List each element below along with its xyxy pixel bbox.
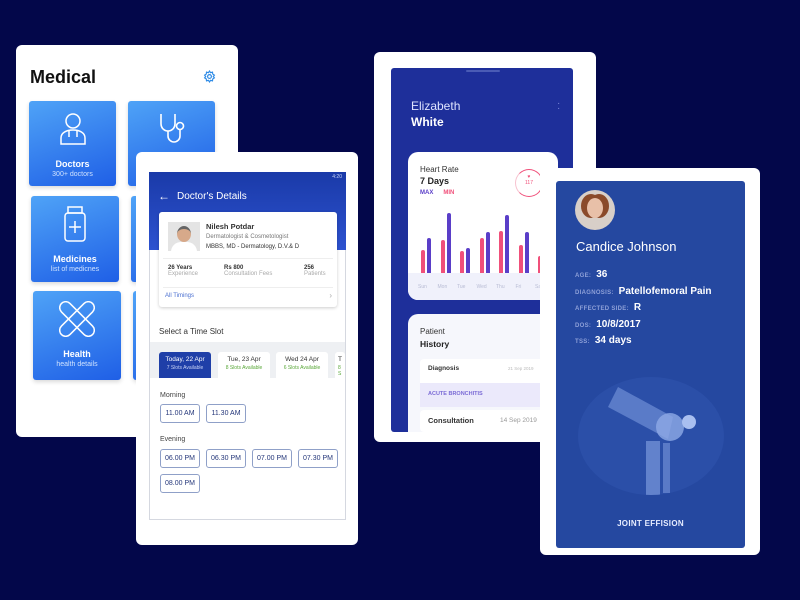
bar-min-wed (479, 238, 484, 273)
bar-max-wed (485, 232, 490, 273)
date-tab[interactable]: Tue, 23 Apr 8 Slots Available (218, 352, 270, 378)
patient-first-name: Elizabeth (411, 99, 461, 113)
doctor-icon (59, 113, 86, 145)
all-timings-link[interactable]: All Timings (165, 293, 194, 299)
slot-button[interactable]: 06.30 PM (206, 449, 246, 468)
slot-button[interactable]: 06.00 PM (160, 449, 200, 468)
morning-label: Morning (160, 392, 186, 399)
patient-history-card: Patient History Diagnosis 21 Sep 2019 AC… (408, 314, 555, 432)
bar-max-thu (505, 215, 509, 273)
bar-max-sun (427, 238, 431, 273)
patient-last-name: White (411, 115, 444, 129)
header-title: Doctor's Details (177, 191, 247, 202)
date-tab[interactable]: T8 S (335, 352, 345, 378)
bar-min-thu (499, 231, 503, 273)
patient-name: Candice Johnson (576, 239, 677, 254)
chevron-right-icon[interactable]: › (329, 291, 332, 300)
consultation-date: 14 Sep 2019 (500, 417, 537, 424)
history-title: Patient (420, 327, 445, 336)
consultation-label: Consultation (428, 416, 474, 425)
bar-min-tue (460, 251, 464, 273)
stat-fees: Rs 800 Consultation Fees (224, 265, 273, 277)
slot-button[interactable]: 11.00 AM (160, 404, 200, 423)
slot-button[interactable]: 07.30 PM (298, 449, 338, 468)
tile-health[interactable]: Health health details (33, 291, 121, 380)
slot-button[interactable]: 08.00 PM (160, 474, 200, 493)
x-tick-label: Sun (418, 284, 427, 290)
tile-title: Doctors (55, 159, 90, 169)
doctor-card: Nilesh Potdar Dermatologist & Cosmetolog… (159, 212, 337, 307)
back-arrow-icon[interactable]: ← (158, 189, 170, 203)
bar-min-sun (421, 250, 425, 273)
page-title: Medical (30, 67, 97, 87)
field-age: AGE: 36 (575, 269, 608, 280)
tile-subtitle: health details (56, 361, 98, 368)
case-panel: Candice Johnson JOINT EFFISION (556, 181, 745, 548)
field-tss: TSS: 34 days (575, 335, 632, 346)
x-tick-label: Wed (476, 284, 487, 290)
status-time: 4:20 (332, 174, 342, 180)
x-tick-label: Tue (457, 284, 466, 290)
field-affected-side: AFFECTED SIDE: R (575, 302, 642, 313)
doctor-photo (168, 222, 200, 251)
consultation-row[interactable]: Consultation 14 Sep 2019 (420, 410, 555, 432)
divider (163, 258, 333, 259)
bar-max-tue (466, 248, 470, 273)
stat-patients: 256 Patients (304, 265, 326, 277)
more-icon[interactable]: · · (557, 99, 560, 114)
divider (163, 287, 333, 288)
condition-label: JOINT EFFISION (617, 519, 684, 528)
tile-subtitle: list of medicnes (50, 266, 100, 273)
x-tick-label: Thu (496, 284, 505, 290)
doctor-name: Nilesh Potdar (206, 222, 255, 231)
stat-experience: 26 Years Experience (168, 265, 199, 277)
bar-max-fri (524, 232, 529, 273)
bar-min-mon (440, 240, 445, 273)
medicine-bottle-icon (64, 206, 86, 242)
knee-xray-illustration (578, 377, 724, 495)
slot-button[interactable]: 07.00 PM (252, 449, 292, 468)
bar-min-fri (518, 245, 523, 273)
bandage-icon (59, 301, 95, 337)
tile-title: Health (63, 349, 91, 359)
doctor-degrees: MBBS, MD - Dermatology, D.V.& D (206, 244, 300, 250)
bar-max-mon (446, 213, 451, 273)
slot-heading: Select a Time Slot (159, 327, 224, 336)
gear-icon[interactable] (203, 70, 216, 83)
tile-subtitle: 300+ doctors (52, 171, 93, 178)
x-tick-label: Mon (437, 284, 448, 290)
evening-label: Evening (160, 436, 186, 443)
history-subtitle: History (420, 339, 450, 349)
diagnosis-row[interactable]: Diagnosis 21 Sep 2019 ACUTE BRONCHITIS (420, 359, 555, 407)
stethoscope-icon (159, 114, 184, 143)
tile-doctors[interactable]: Doctors 300+ doctors (29, 101, 116, 186)
date-tab[interactable]: Wed 24 Apr 6 Slots Available (276, 352, 328, 378)
tile-title: Medicines (53, 254, 97, 264)
field-dos: DOS: 10/8/2017 (575, 319, 641, 330)
slot-button[interactable]: 11.30 AM (206, 404, 246, 423)
date-tab-selected[interactable]: Today, 22 Apr 7 Slots Available (159, 352, 211, 378)
notch (466, 70, 500, 72)
heart-rate-chart: Sun Mon Tue Wed Thu Fri Sat (408, 152, 558, 300)
doctor-specialty: Dermatologist & Cosmetologist (206, 234, 289, 240)
x-tick-label: Fri (515, 284, 522, 290)
avatar (575, 190, 615, 230)
heart-rate-card: Heart Rate 7 Days MAX MIN ♥ 117 Sun Mon Tue W… (408, 152, 558, 300)
tile-medicines[interactable]: Medicines list of medicnes (31, 196, 119, 282)
diagnosis-value: ACUTE BRONCHITIS (428, 391, 483, 397)
field-diagnosis: DIAGNOSIS: Patellofemoral Pain (575, 286, 712, 297)
